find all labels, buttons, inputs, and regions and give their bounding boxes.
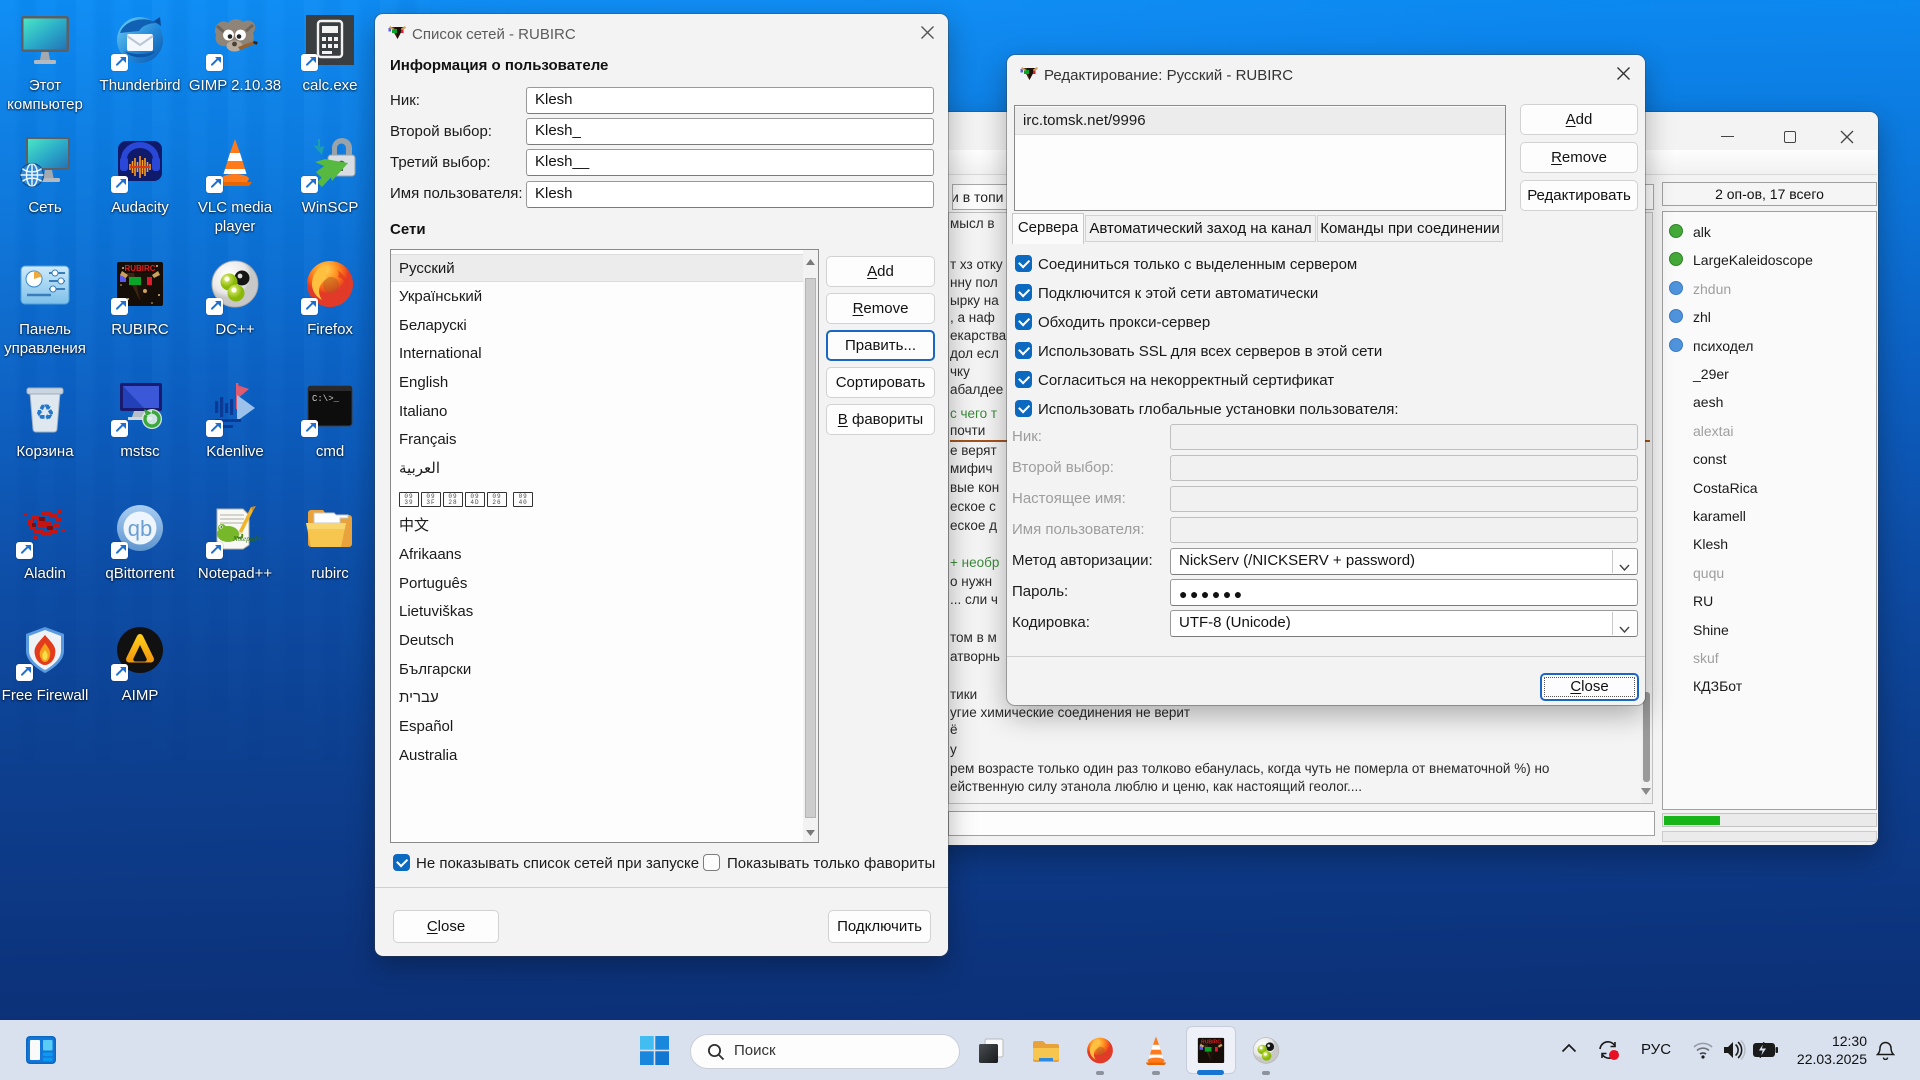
svg-text:Notepad++: Notepad++ [232, 535, 261, 543]
svg-text:RUBIRC: RUBIRC [124, 264, 155, 273]
svg-text:♻: ♻ [35, 400, 55, 425]
svg-text:RUBIRC: RUBIRC [1201, 1040, 1221, 1046]
svg-text:qb: qb [128, 516, 152, 541]
svg-text:C:\>_: C:\>_ [312, 394, 340, 404]
